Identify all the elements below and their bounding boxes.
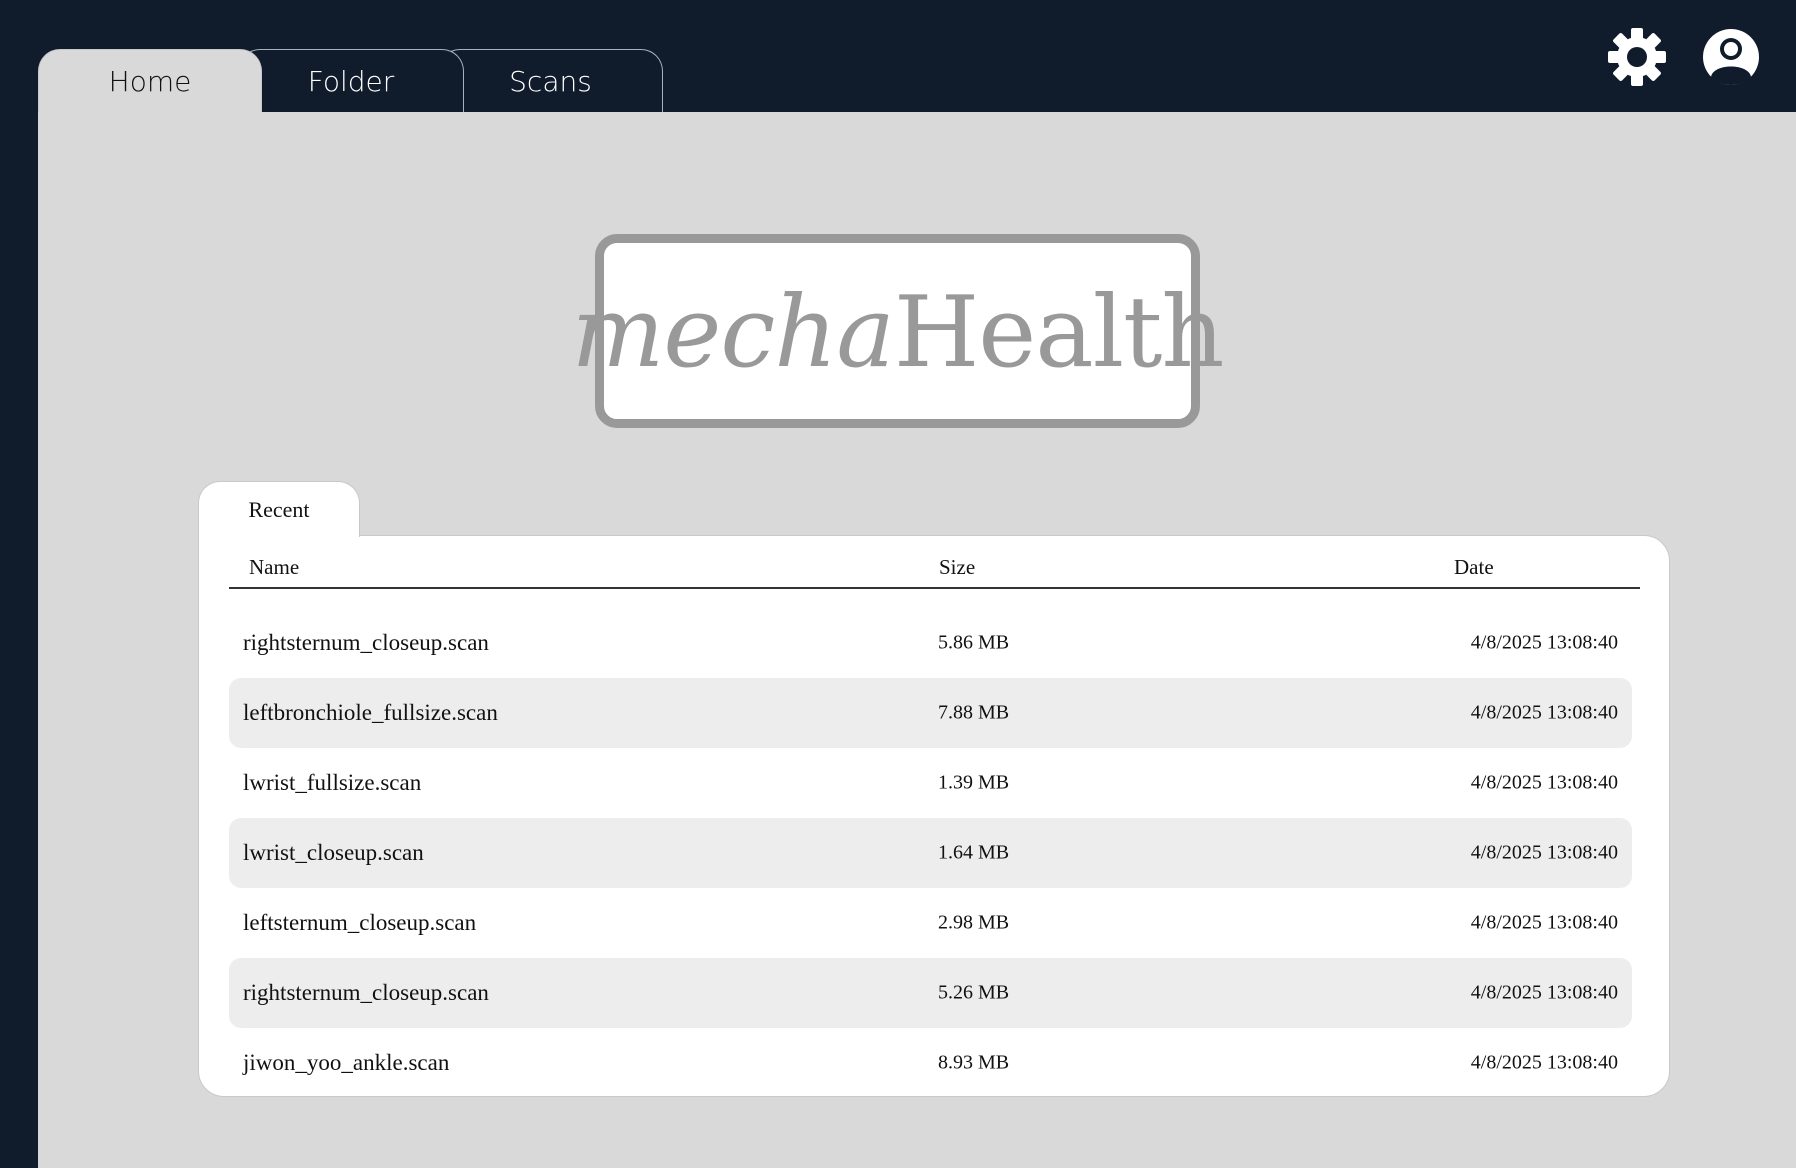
- file-name: lwrist_closeup.scan: [243, 840, 424, 865]
- table-row[interactable]: leftsternum_closeup.scan 2.98 MB 4/8/202…: [229, 888, 1632, 958]
- table-row[interactable]: rightsternum_closeup.scan 5.86 MB 4/8/20…: [229, 608, 1632, 678]
- file-date: 4/8/2025 13:08:40: [1470, 631, 1618, 654]
- mechahealth-logo: mecha Health: [571, 234, 1225, 428]
- table-row[interactable]: leftbronchiole_fullsize.scan 7.88 MB 4/8…: [229, 678, 1632, 748]
- file-size: 8.93 MB: [938, 1051, 1010, 1074]
- file-name: leftbronchiole_fullsize.scan: [243, 700, 498, 725]
- file-name: lwrist_fullsize.scan: [243, 770, 422, 795]
- file-date: 4/8/2025 13:08:40: [1470, 701, 1618, 724]
- logo-text-regular: Health: [893, 276, 1225, 390]
- app-window: Home Folder Scans mecha Health Recent Na…: [0, 0, 1796, 1168]
- file-name: leftsternum_closeup.scan: [243, 910, 477, 935]
- tab-folder[interactable]: Folder: [238, 49, 464, 112]
- recent-tab[interactable]: Recent: [198, 481, 360, 537]
- file-date: 4/8/2025 13:08:40: [1470, 911, 1618, 934]
- tab-home[interactable]: Home: [38, 49, 262, 112]
- file-size: 2.98 MB: [938, 911, 1010, 934]
- file-name: rightsternum_closeup.scan: [243, 630, 489, 655]
- file-size: 7.88 MB: [938, 701, 1010, 724]
- table-row[interactable]: jiwon_yoo_ankle.scan 8.93 MB 4/8/2025 13…: [229, 1028, 1632, 1098]
- file-date: 4/8/2025 13:08:40: [1470, 1051, 1618, 1074]
- file-name: jiwon_yoo_ankle.scan: [243, 1050, 450, 1075]
- file-size: 1.64 MB: [938, 841, 1010, 864]
- user-avatar-icon[interactable]: [1700, 26, 1762, 88]
- column-header-size[interactable]: Size: [939, 555, 975, 580]
- file-date: 4/8/2025 13:08:40: [1470, 841, 1618, 864]
- tab-scans[interactable]: Scans: [438, 49, 663, 112]
- table-row[interactable]: rightsternum_closeup.scan 5.26 MB 4/8/20…: [229, 958, 1632, 1028]
- table-header: Name Size Date: [229, 536, 1640, 589]
- table-body: rightsternum_closeup.scan 5.86 MB 4/8/20…: [229, 608, 1632, 1098]
- gear-icon[interactable]: [1606, 26, 1668, 88]
- file-size: 1.39 MB: [938, 771, 1010, 794]
- home-panel: mecha Health Recent Name Size Date rights…: [38, 112, 1796, 1168]
- file-size: 5.86 MB: [938, 631, 1010, 654]
- file-date: 4/8/2025 13:08:40: [1470, 771, 1618, 794]
- file-date: 4/8/2025 13:08:40: [1470, 981, 1618, 1004]
- table-row[interactable]: lwrist_closeup.scan 1.64 MB 4/8/2025 13:…: [229, 818, 1632, 888]
- table-row[interactable]: lwrist_fullsize.scan 1.39 MB 4/8/2025 13…: [229, 748, 1632, 818]
- file-size: 5.26 MB: [938, 981, 1010, 1004]
- file-name: rightsternum_closeup.scan: [243, 980, 489, 1005]
- recent-files-table: Name Size Date rightsternum_closeup.scan…: [198, 535, 1670, 1097]
- column-header-name[interactable]: Name: [249, 555, 299, 580]
- logo-text-italic: mecha: [571, 276, 894, 390]
- column-header-date[interactable]: Date: [1454, 555, 1494, 580]
